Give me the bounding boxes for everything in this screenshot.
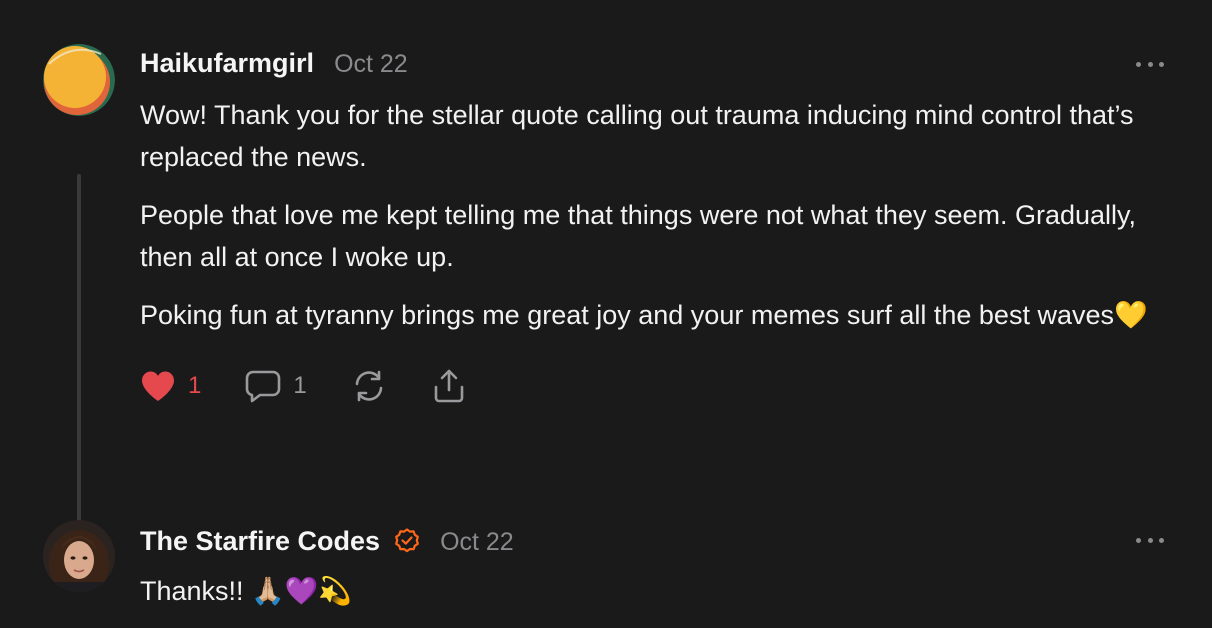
comment-icon: [245, 369, 281, 403]
reply-count: 1: [293, 372, 307, 399]
comment-paragraph: Thanks!! 🙏🏼💜💫: [140, 576, 352, 606]
author-name[interactable]: Haikufarmgirl: [140, 48, 314, 79]
avatar[interactable]: [43, 44, 115, 116]
comment-paragraph: Wow! Thank you for the stellar quote cal…: [140, 100, 1134, 172]
more-icon[interactable]: [1136, 56, 1164, 72]
comment-body: Wow! Thank you for the stellar quote cal…: [140, 94, 1172, 336]
comment-paragraph: Poking fun at tyranny brings me great jo…: [140, 300, 1148, 330]
comment-actions: 1 1: [140, 366, 1172, 406]
comment-paragraph: People that love me kept telling me that…: [140, 200, 1137, 272]
verified-icon: [394, 528, 420, 554]
comment-thread: Haikufarmgirl Oct 22 Wow! Thank you for …: [0, 0, 1212, 628]
comment-header: Haikufarmgirl Oct 22: [140, 42, 1172, 90]
heart-icon: [140, 370, 176, 402]
comment-date[interactable]: Oct 22: [440, 528, 514, 557]
share-icon: [431, 368, 467, 404]
comment-header: The Starfire Codes Oct 22: [140, 518, 1172, 566]
reply-button[interactable]: 1: [245, 369, 307, 403]
restack-button[interactable]: [351, 369, 387, 403]
more-icon[interactable]: [1136, 532, 1164, 548]
like-button[interactable]: 1: [140, 370, 201, 402]
like-count: 1: [188, 372, 202, 399]
share-button[interactable]: [431, 368, 467, 404]
restack-icon: [351, 369, 387, 403]
author-name[interactable]: The Starfire Codes: [140, 526, 380, 557]
comment-date[interactable]: Oct 22: [334, 50, 408, 79]
avatar[interactable]: [43, 520, 115, 592]
thread-line: [77, 174, 81, 542]
comment-body: Thanks!! 🙏🏼💜💫: [140, 570, 1172, 612]
